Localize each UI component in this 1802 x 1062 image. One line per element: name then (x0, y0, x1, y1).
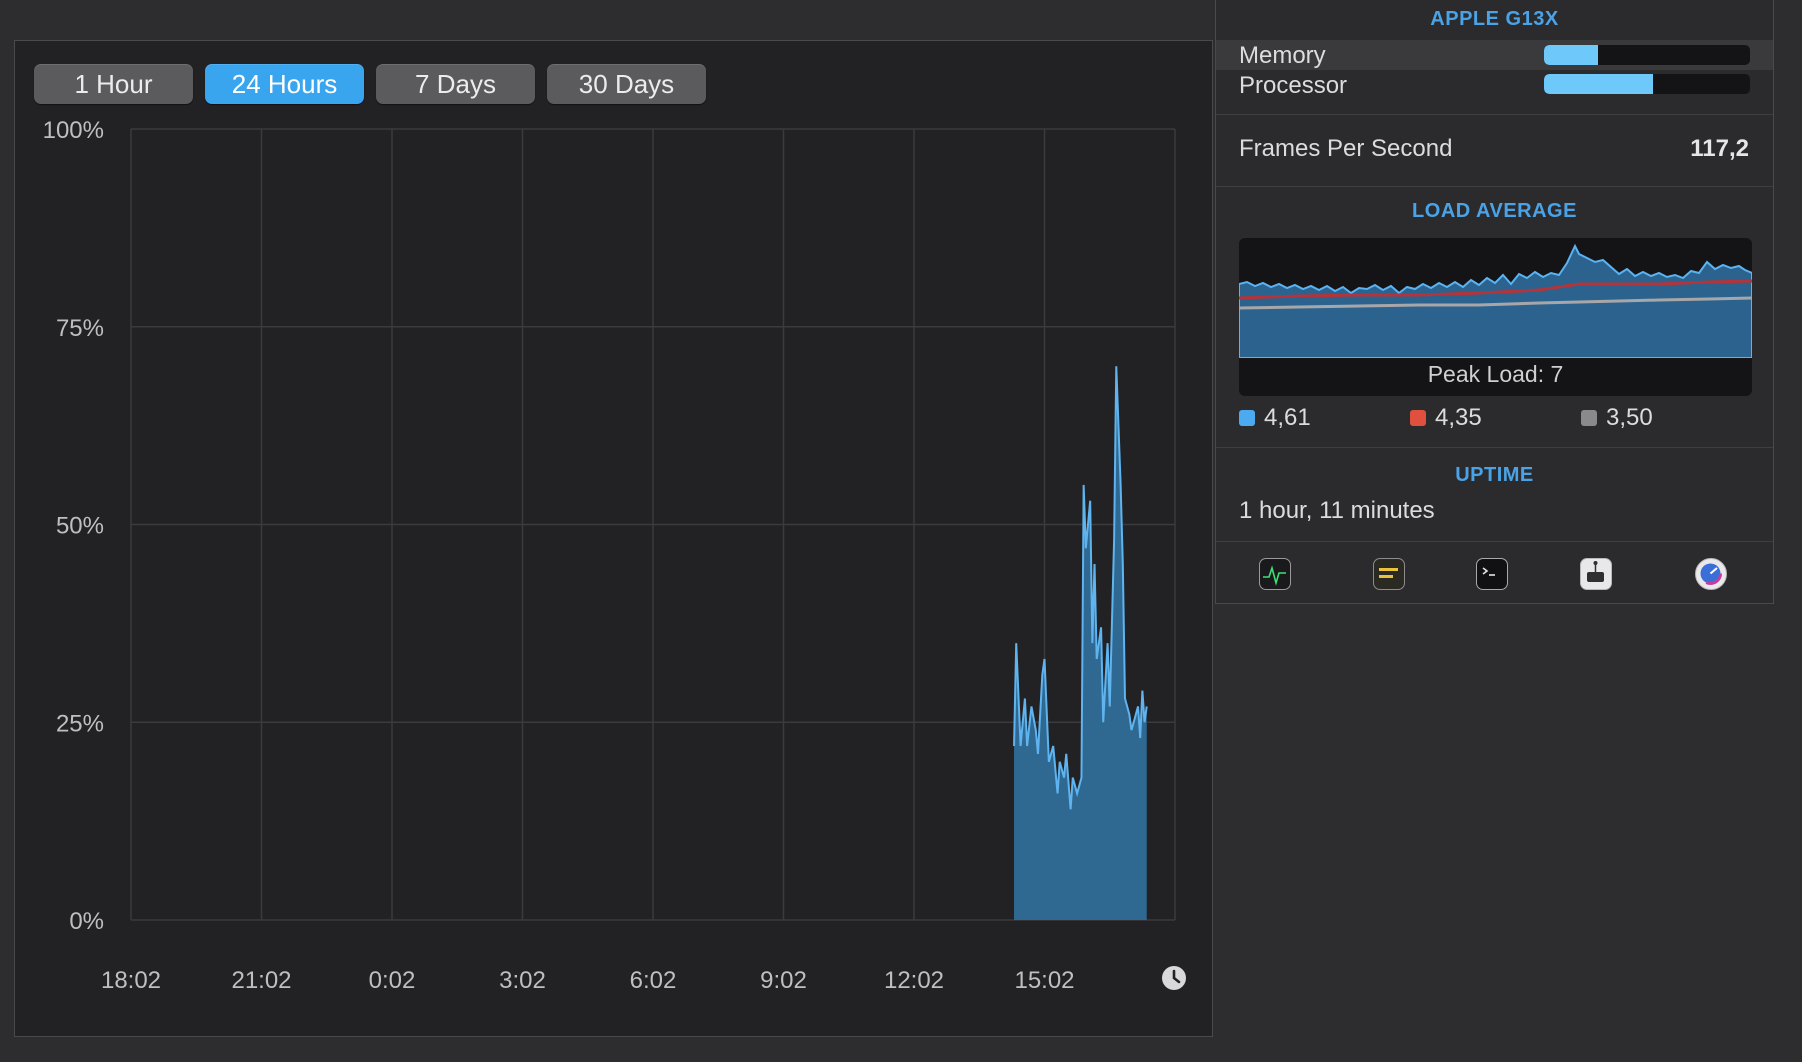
load-average-title: LOAD AVERAGE (1412, 200, 1577, 222)
memory-bar (1544, 45, 1750, 65)
history-window: 1 Hour 24 Hours 7 Days 30 Days 100% 75% 50… (14, 40, 1213, 1037)
x-tick-label: 18:02 (101, 967, 161, 994)
legend-swatch-red (1410, 410, 1426, 426)
divider (1216, 447, 1773, 448)
processor-bar (1544, 74, 1750, 94)
fps-value: 117,2 (1690, 135, 1749, 162)
x-tick-label: 12:02 (884, 967, 944, 994)
divider (1216, 541, 1773, 542)
load-legend-5min: 4,35 (1410, 404, 1482, 432)
divider (1216, 186, 1773, 187)
memory-label: Memory (1239, 42, 1326, 69)
x-tick-label: 9:02 (760, 967, 807, 994)
y-tick-label: 75% (56, 315, 104, 342)
divider (1216, 114, 1773, 115)
uptime-title: UPTIME (1455, 464, 1534, 486)
system-information-icon[interactable] (1580, 558, 1612, 590)
load-legend-1min: 4,61 (1239, 404, 1311, 432)
x-tick-label: 15:02 (1014, 967, 1074, 994)
memory-bar-fill (1544, 45, 1598, 65)
y-tick-label: 0% (69, 908, 104, 935)
clock-icon[interactable] (1162, 966, 1186, 990)
y-tick-label: 50% (56, 513, 104, 540)
processor-bar-fill (1544, 74, 1654, 94)
gpu-title: APPLE G13X (1430, 8, 1559, 30)
legend-swatch-gray (1581, 410, 1597, 426)
uptime-value: 1 hour, 11 minutes (1239, 497, 1435, 524)
istat-icon[interactable] (1695, 558, 1727, 590)
x-tick-label: 6:02 (630, 967, 677, 994)
load-1min-value: 4,61 (1264, 404, 1311, 431)
stats-panel: APPLE G13X Memory Processor Frames Per S… (1215, 0, 1774, 604)
terminal-icon[interactable] (1476, 558, 1508, 590)
cpu-history-chart: 100% 75% 50% 25% 0% 18:02 21:02 0:02 3:02 6:02 9:0… (43, 117, 1186, 994)
console-icon[interactable] (1373, 558, 1405, 590)
load-15min-value: 3,50 (1606, 404, 1653, 431)
processor-label: Processor (1239, 72, 1348, 99)
activity-monitor-icon[interactable] (1259, 558, 1291, 590)
y-tick-label: 100% (43, 117, 104, 144)
load-legend-15min: 3,50 (1581, 404, 1653, 432)
legend-swatch-blue (1239, 410, 1255, 426)
x-tick-label: 0:02 (369, 967, 416, 994)
load-5min-value: 4,35 (1435, 404, 1482, 431)
load-area-1min (1239, 243, 1752, 358)
cpu-area-fill (1014, 366, 1147, 920)
x-tick-label: 21:02 (231, 967, 291, 994)
load-average-graph: Peak Load: 7 (1239, 238, 1752, 396)
x-tick-label: 3:02 (499, 967, 546, 994)
fps-label: Frames Per Second (1239, 135, 1453, 162)
y-tick-label: 25% (56, 710, 104, 737)
peak-load-label: Peak Load: 7 (1427, 361, 1564, 387)
